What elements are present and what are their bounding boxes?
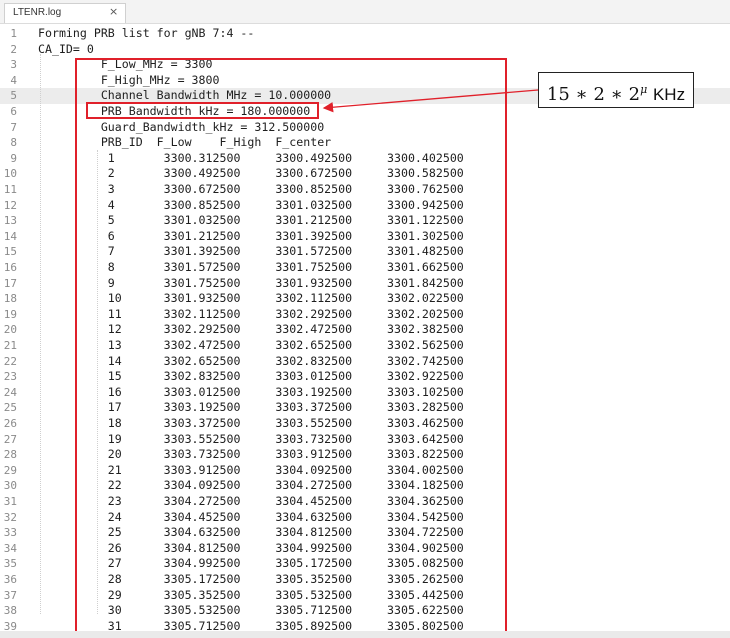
line-number: 28 <box>3 448 17 462</box>
line-number: 25 <box>3 401 17 415</box>
indent-guide <box>40 54 41 614</box>
formula-text: 15 ∗ 2 ∗ 2 <box>546 84 641 105</box>
line-number: 36 <box>3 573 17 586</box>
line-number: 11 <box>3 183 17 196</box>
line-number: 31 <box>3 495 17 508</box>
line-number: 16 <box>3 261 17 274</box>
line-number: 10 <box>3 167 17 181</box>
line-number: 9 <box>10 151 17 165</box>
close-icon[interactable]: × <box>109 5 118 18</box>
line-number: 37 <box>3 588 17 602</box>
line-number: 15 <box>3 245 17 259</box>
formula-exponent: μ <box>640 83 648 96</box>
code-line[interactable]: 2 CA_ID= 0 <box>0 42 730 58</box>
tab-title: LTENR.log <box>13 7 62 18</box>
line-number: 29 <box>3 463 17 477</box>
line-number: 12 <box>3 198 17 212</box>
line-number: 22 <box>3 354 17 368</box>
line-number: 2 <box>10 42 17 56</box>
line-text: Forming PRB list for gNB 7:4 -- <box>38 26 255 40</box>
line-number: 7 <box>10 120 17 134</box>
line-number: 23 <box>3 370 17 384</box>
line-number: 6 <box>10 105 17 118</box>
line-number: 19 <box>3 307 17 321</box>
line-number: 1 <box>10 27 17 40</box>
tab-bar: LTENR.log × <box>0 0 730 24</box>
line-number: 4 <box>10 73 17 87</box>
horizontal-scrollbar[interactable] <box>0 631 730 638</box>
line-number: 35 <box>3 557 17 571</box>
line-number: 8 <box>10 136 17 150</box>
prb-list-highlight-box <box>75 58 507 633</box>
line-number: 27 <box>3 432 17 446</box>
prb-bandwidth-highlight-box <box>86 102 319 119</box>
line-number: 24 <box>3 385 17 399</box>
line-number: 17 <box>3 276 17 290</box>
formula-unit: KHz <box>652 85 686 104</box>
line-number: 20 <box>3 323 17 337</box>
line-number: 38 <box>3 604 17 618</box>
formula-callout: 15 ∗ 2 ∗ 2μ KHz <box>538 72 694 108</box>
line-text: CA_ID= 0 <box>38 41 94 56</box>
line-number: 32 <box>3 510 17 524</box>
line-number: 18 <box>3 292 17 306</box>
line-number: 3 <box>10 58 17 72</box>
line-number: 14 <box>3 229 17 243</box>
line-number: 26 <box>3 417 17 430</box>
code-line[interactable]: 1 Forming PRB list for gNB 7:4 -- <box>0 26 730 42</box>
tab-ltenr-log[interactable]: LTENR.log × <box>4 3 126 23</box>
line-number: 34 <box>3 541 17 555</box>
line-number: 13 <box>3 214 17 228</box>
line-number: 5 <box>10 89 17 103</box>
line-number: 33 <box>3 526 17 540</box>
line-number: 21 <box>3 339 17 352</box>
line-number: 30 <box>3 479 17 493</box>
